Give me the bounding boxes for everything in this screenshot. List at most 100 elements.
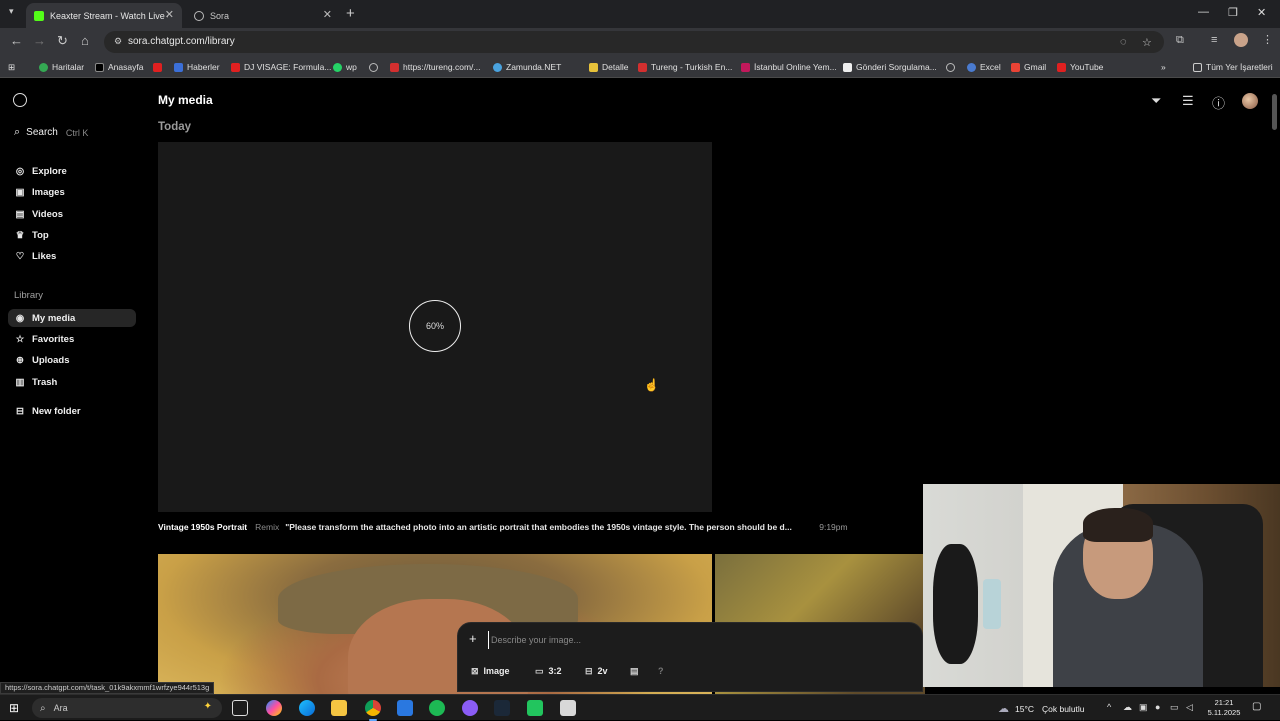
bookmark-label: Excel — [980, 62, 1001, 72]
sidebar-item-explore[interactable]: ◎ Explore — [8, 162, 136, 180]
onedrive-icon[interactable]: ☁ — [1123, 702, 1132, 713]
filter-icon[interactable]: ⏷ — [1151, 93, 1161, 109]
network-icon[interactable]: ▭ — [1170, 702, 1179, 713]
bookmark-anasayfa[interactable]: Anasayfa — [95, 60, 143, 74]
tab-sora[interactable]: Sora ✕ — [186, 3, 340, 28]
close-window-icon[interactable]: ✕ — [1257, 6, 1266, 19]
bookmark-zamunda[interactable]: Zamunda.NET — [493, 60, 561, 74]
sidebar-item-trash[interactable]: ▥ Trash — [8, 373, 136, 391]
tab-search-icon[interactable]: ▾ — [9, 6, 14, 17]
task-view-icon[interactable] — [232, 700, 248, 716]
sora-logo-icon[interactable] — [13, 93, 27, 107]
weather-description: Çok bulutlu — [1042, 703, 1085, 714]
spotify-icon[interactable] — [429, 700, 445, 716]
windows-start-icon[interactable]: ⊞ — [9, 701, 19, 715]
bookmark-globe[interactable] — [369, 60, 382, 74]
bookmark-excel[interactable]: Excel — [967, 60, 1001, 74]
sidebar-item-my-media[interactable]: ◉ My media — [8, 309, 136, 327]
bookmark-tureng-url[interactable]: https://tureng.com/... — [390, 60, 480, 74]
layout-icon[interactable]: ☰ — [1182, 93, 1194, 109]
bookmark-haritalar[interactable]: Haritalar — [39, 60, 84, 74]
new-folder-button[interactable]: ⊟ New folder — [8, 402, 136, 420]
bookmark-label: Tüm Yer İşaretleri — [1206, 62, 1273, 72]
variations-button[interactable]: ⊟ 2v — [585, 663, 608, 679]
bookmark-istanbul-online[interactable]: İstanbul Online Yem... — [741, 60, 837, 74]
chrome-icon[interactable] — [365, 700, 381, 721]
new-tab-icon[interactable]: + — [346, 5, 355, 22]
url-text[interactable]: sora.chatgpt.com/library — [128, 36, 235, 47]
user-avatar[interactable] — [1242, 93, 1258, 109]
home-icon[interactable]: ⌂ — [81, 33, 89, 48]
folder-icon — [1193, 62, 1202, 72]
app-icon-2[interactable] — [560, 700, 576, 716]
all-bookmarks-folder[interactable]: Tüm Yer İşaretleri — [1193, 60, 1273, 74]
site-info-icon[interactable]: ⚙ — [114, 36, 122, 47]
help-label: ? — [658, 666, 664, 676]
close-tab-icon[interactable]: ✕ — [323, 8, 332, 21]
taskbar-search[interactable]: ⌕ Ara ✦ — [32, 698, 222, 718]
sidebar-item-likes[interactable]: ♡ Likes — [8, 247, 136, 265]
weather-widget[interactable]: ☁ 15°C Çok bulutlu — [998, 702, 1085, 715]
prompt-input[interactable] — [488, 631, 888, 649]
activity-icon[interactable]: ⓘ — [1212, 93, 1225, 112]
reload-icon[interactable]: ↻ — [57, 33, 68, 49]
volume-icon[interactable]: ◁ — [1186, 702, 1193, 713]
media-type-button[interactable]: ⊠ Image — [471, 663, 510, 679]
sidebar-item-images[interactable]: ▣ Images — [8, 183, 136, 201]
sidebar-item-top[interactable]: ♛ Top — [8, 226, 136, 244]
close-tab-icon[interactable]: ✕ — [165, 8, 174, 21]
file-explorer-icon[interactable] — [331, 700, 347, 716]
eye-off-icon[interactable]: ◌ — [1120, 36, 1127, 48]
back-icon[interactable]: ← — [10, 33, 23, 48]
bookmark-youtube[interactable]: YouTube — [1057, 60, 1103, 74]
bookmark-gonderi-sorgulama[interactable]: Gönderi Sorgulama... — [843, 60, 937, 74]
tray-overflow-icon[interactable]: ^ — [1107, 702, 1111, 712]
aspect-ratio-button[interactable]: ▭ 3:2 — [535, 663, 562, 679]
scrollbar-thumb[interactable] — [1272, 94, 1277, 130]
app-icon[interactable] — [527, 700, 543, 716]
steam-icon[interactable] — [494, 700, 510, 716]
extensions-icon[interactable]: ⧉ — [1176, 34, 1184, 47]
sidebar-item-favorites[interactable]: ☆ Favorites — [8, 330, 136, 348]
address-bar[interactable]: ⚙ sora.chatgpt.com/library ◌ ☆ — [104, 31, 1164, 53]
bookmarks-overflow-icon[interactable]: » — [1161, 60, 1166, 74]
tab-keaxter-stream[interactable]: Keaxter Stream - Watch Live on ✕ — [26, 3, 182, 28]
browser-menu-icon[interactable]: ⋮ — [1262, 33, 1273, 46]
attach-plus-icon[interactable]: + — [469, 631, 477, 646]
yemeksepeti-icon — [741, 62, 750, 72]
taskbar-clock[interactable]: 21:21 5.11.2025 — [1204, 698, 1244, 718]
copilot-icon[interactable] — [266, 700, 282, 716]
bookmark-gmail[interactable]: Gmail — [1011, 60, 1046, 74]
bookmark-globe-2[interactable] — [946, 60, 959, 74]
forward-icon[interactable]: → — [33, 33, 46, 48]
item-title[interactable]: Vintage 1950s Portrait — [158, 522, 247, 532]
profile-avatar[interactable] — [1234, 33, 1248, 47]
edge-icon[interactable] — [299, 700, 315, 716]
bookmark-youtube-video[interactable] — [153, 60, 166, 74]
minimize-icon[interactable]: — — [1198, 6, 1209, 18]
sidebar-item-uploads[interactable]: ⊕ Uploads — [8, 351, 136, 369]
sidebar-item-videos[interactable]: ▤ Videos — [8, 205, 136, 223]
photos-icon[interactable] — [397, 700, 413, 716]
help-button[interactable]: ? — [658, 663, 664, 679]
heart-icon: ♡ — [15, 250, 25, 262]
restore-icon[interactable]: ❐ — [1228, 6, 1238, 19]
bookmark-haberler[interactable]: Haberler — [174, 60, 220, 74]
discord-icon[interactable] — [462, 700, 478, 716]
sidebar-item-label: My media — [32, 312, 76, 324]
bookmark-detalle[interactable]: Detalle — [589, 60, 628, 74]
search-button[interactable]: ⌕ Search Ctrl K — [14, 126, 88, 139]
media-item-caption[interactable]: Vintage 1950s Portrait Remix "Please tra… — [158, 522, 878, 532]
bookmark-star-icon[interactable]: ☆ — [1142, 36, 1152, 49]
tray-app-icon[interactable]: ▣ — [1139, 702, 1148, 713]
apps-icon[interactable]: ⊞ — [8, 60, 15, 74]
notifications-icon[interactable]: ▢ — [1252, 701, 1261, 712]
media-control-icon[interactable]: ≡ — [1211, 34, 1217, 46]
bookmark-dj-visage[interactable]: DJ VISAGE: Formula... — [231, 60, 331, 74]
media-type-label: Image — [483, 666, 510, 676]
generation-in-progress-card[interactable]: 60% ☝ — [158, 142, 712, 512]
bookmark-tureng[interactable]: Tureng - Turkish En... — [638, 60, 732, 74]
microphone-icon[interactable]: ● — [1155, 702, 1160, 712]
bookmark-wp[interactable]: wp — [333, 60, 357, 74]
presets-button[interactable]: ▤ — [630, 663, 644, 679]
